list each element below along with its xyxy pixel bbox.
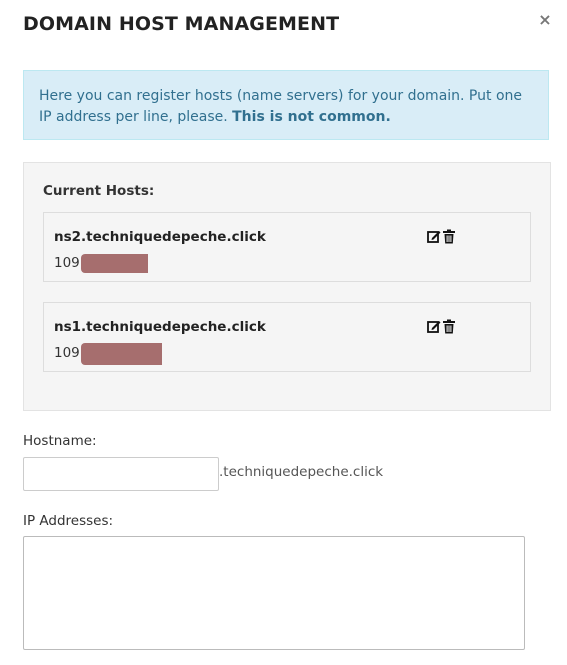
domain-suffix: .techniquedepeche.click [219, 464, 384, 480]
ip-addresses-textarea[interactable] [23, 536, 525, 650]
current-hosts-panel: Current Hosts: ns2.techniquedepeche.clic… [23, 162, 551, 411]
edit-icon[interactable] [427, 319, 441, 334]
info-emphasis: This is not common. [232, 109, 391, 125]
edit-icon[interactable] [427, 229, 441, 244]
redacted-ip [81, 254, 148, 273]
host-card: ns1.techniquedepeche.click 109. [43, 302, 531, 372]
current-hosts-label: Current Hosts: [43, 183, 155, 199]
info-alert: Here you can register hosts (name server… [23, 70, 549, 140]
host-card: ns2.techniquedepeche.click 109. [43, 212, 531, 282]
trash-icon[interactable] [442, 319, 456, 334]
redacted-ip [81, 343, 162, 365]
ip-addresses-label: IP Addresses: [23, 513, 114, 529]
host-name: ns1.techniquedepeche.click [54, 319, 266, 335]
hostname-input[interactable] [23, 457, 219, 491]
modal-title: DOMAIN HOST MANAGEMENT [23, 13, 340, 35]
host-name: ns2.techniquedepeche.click [54, 229, 266, 245]
host-ip: 109. [54, 255, 85, 271]
host-ip: 109. [54, 345, 85, 361]
trash-icon[interactable] [442, 229, 456, 244]
hostname-label: Hostname: [23, 433, 97, 449]
close-button[interactable]: × [538, 10, 552, 30]
